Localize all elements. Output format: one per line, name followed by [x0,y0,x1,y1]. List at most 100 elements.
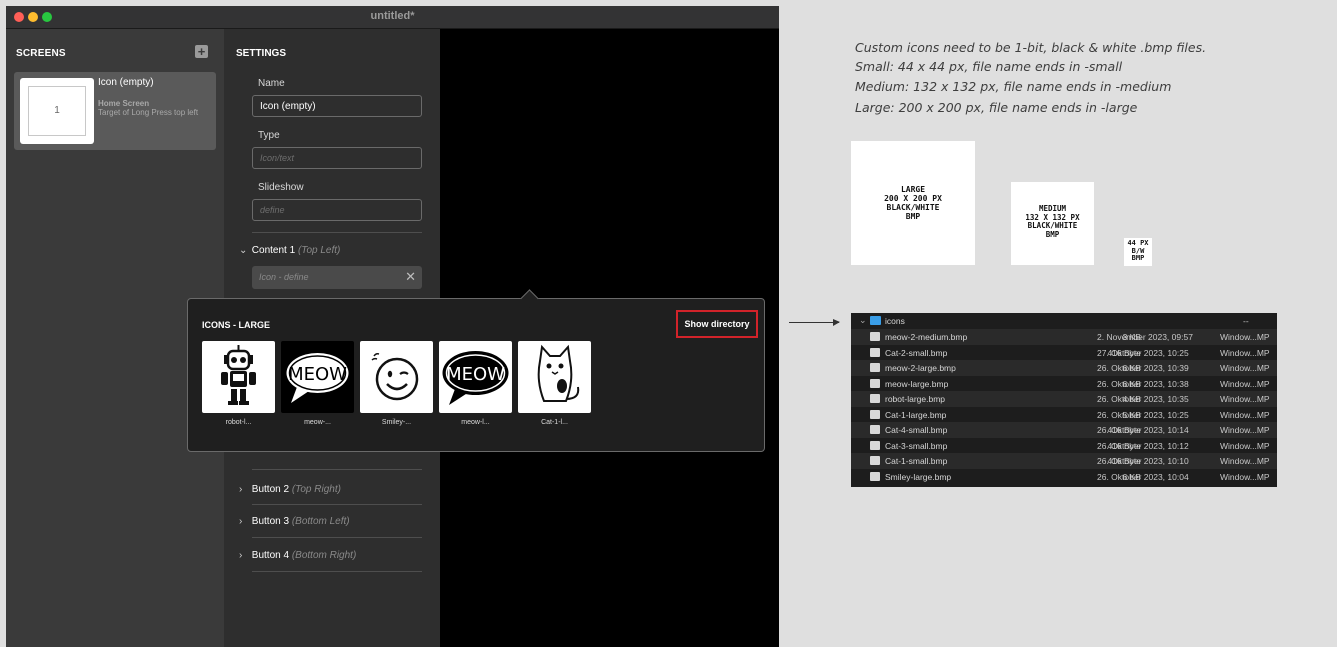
file-size: 4 KB [1122,394,1141,404]
file-size: 6 KB [1122,471,1141,482]
content1-section-toggle[interactable]: ⌄ Content 1 (Top Left) [239,245,340,256]
icon-caption: Smiley-... [381,419,412,426]
popover-title: ICONS - LARGE [202,320,271,330]
name-field[interactable]: Icon (empty) [252,95,422,117]
chevron-down-icon: ⌄ [239,245,248,256]
button3-label: Button 3 [251,516,290,527]
note-line: Large: 200 x 200 px, file name ends in -… [855,100,1138,115]
file-name: robot-large.bmp [885,394,946,404]
small-spec-sample: 44 PX B/W BMP [1124,238,1152,266]
icon-tile-meow-large[interactable]: MEOW [439,341,512,413]
file-name: Cat-3-small.bmp [885,440,948,451]
divider [252,504,422,505]
meow-speech-icon: MEOW [442,351,509,405]
screen-subtitle: Home Screen [98,99,150,108]
bmp-file-icon [870,425,880,434]
file-kind: Window...MP [1220,425,1270,435]
button2-position: (Top Right) [291,484,341,495]
file-size: 6 KB [1122,363,1141,373]
screen-card[interactable]: 1 Icon (empty) Home Screen Target of Lon… [14,72,216,150]
divider [252,537,422,538]
chevron-right-icon: › [239,484,243,495]
file-row[interactable]: Cat-2-small.bmp 27. Oktober 2023, 10:25 … [851,345,1277,361]
chevron-down-icon: ⌄ [859,315,867,325]
bmp-file-icon [870,363,880,372]
name-label: Name [258,78,285,89]
file-kind: Window...MP [1220,440,1270,451]
slideshow-field[interactable]: define [252,199,422,221]
type-label: Type [258,130,280,141]
file-row[interactable]: robot-large.bmp 26. Oktober 2023, 10:35 … [851,391,1277,407]
large-spec-sample: LARGE 200 X 200 PX BLACK/WHITE BMP [851,141,975,265]
button2-label: Button 2 [251,484,290,495]
file-size: 3 KB [1122,332,1141,342]
file-size: 416 Byte [1107,347,1141,358]
file-row[interactable]: Smiley-large.bmp 26. Oktober 2023, 10:04… [851,469,1277,485]
add-screen-button[interactable]: + [195,45,208,58]
screens-title: SCREENS [16,48,66,59]
divider [252,571,422,572]
file-name: Cat-2-small.bmp [885,347,948,358]
file-kind: Window...MP [1220,347,1270,358]
chevron-right-icon: › [239,516,243,527]
spec-text: BMP [905,212,921,221]
file-size: 416 Byte [1107,440,1141,451]
file-size: 416 Byte [1107,425,1141,435]
note-line: Custom icons need to be 1-bit, black & w… [855,40,1207,55]
spec-text: BMP [1131,254,1145,262]
file-name: Cat-4-small.bmp [885,425,948,435]
file-row[interactable]: Cat-4-small.bmp 26. Oktober 2023, 10:14 … [851,422,1277,438]
finder-file-list: ⌄ icons -- meow-2-medium.bmp 2. November… [851,313,1277,487]
file-name: Cat-1-large.bmp [885,409,947,420]
medium-spec-sample: MEDIUM 132 X 132 PX BLACK/WHITE BMP [1011,182,1094,265]
file-kind: Window...MP [1220,378,1270,389]
screen-number: 1 [28,86,86,136]
svg-text:MEOW: MEOW [288,364,347,385]
bmp-file-icon [870,347,880,357]
icon-caption: Cat-1-l... [541,419,568,426]
icon-tile-cat[interactable] [518,341,591,413]
folder-row[interactable]: ⌄ icons -- [851,313,1277,328]
screen-description: Target of Long Press top left [98,108,199,117]
spec-text: BMP [1045,229,1060,239]
icon-define-field[interactable]: Icon - define ✕ [252,266,422,289]
meow-speech-icon: MEOW [286,353,349,403]
spec-text: LARGE [900,185,926,194]
button3-position: (Bottom Left) [291,516,350,527]
file-row[interactable]: meow-2-large.bmp 26. Oktober 2023, 10:39… [851,360,1277,376]
cat-icon [537,344,580,402]
file-kind: Window...MP [1220,363,1270,373]
button4-section-toggle[interactable]: › Button 4 (Bottom Right) [239,550,356,561]
bmp-file-icon [870,456,880,465]
file-size: 416 Byte [1107,456,1141,466]
screen-name: Icon (empty) [98,77,154,88]
file-row[interactable]: Cat-1-large.bmp 26. Oktober 2023, 10:25 … [851,407,1277,423]
file-kind: Window...MP [1220,471,1270,482]
file-name: meow-2-medium.bmp [885,332,968,342]
type-field[interactable]: Icon/text [252,147,422,169]
file-row[interactable]: meow-large.bmp 26. Oktober 2023, 10:38 6… [851,376,1277,392]
file-row[interactable]: Cat-3-small.bmp 26. Oktober 2023, 10:12 … [851,438,1277,454]
icon-tile-meow[interactable]: MEOW [281,341,354,413]
icon-tile-smiley[interactable] [360,341,433,413]
spec-text: BLACK/WHITE [886,203,940,212]
smiley-icon [371,353,419,401]
button3-section-toggle[interactable]: › Button 3 (Bottom Left) [239,516,350,527]
spec-text: 200 X 200 PX [884,194,942,203]
file-size: 5 KB [1122,409,1141,420]
show-directory-button[interactable]: Show directory [676,310,758,338]
file-row[interactable]: meow-2-medium.bmp 2. November 2023, 09:5… [851,329,1277,345]
title-bar: untitled* [6,6,779,29]
file-row[interactable]: Cat-1-small.bmp 26. Oktober 2023, 10:10 … [851,453,1277,469]
chevron-right-icon: › [239,550,243,561]
window-title: untitled* [370,10,415,22]
clear-icon[interactable]: ✕ [405,269,416,285]
slideshow-label: Slideshow [258,182,304,193]
icon-define-placeholder: Icon - define [259,272,309,282]
file-kind: Window...MP [1220,456,1270,466]
note-line: Medium: 132 x 132 px, file name ends in … [855,79,1172,94]
file-kind: Window...MP [1220,394,1270,404]
button2-section-toggle[interactable]: › Button 2 (Top Right) [239,484,341,495]
folder-date: -- [1243,316,1249,326]
icon-tile-robot[interactable] [202,341,275,413]
